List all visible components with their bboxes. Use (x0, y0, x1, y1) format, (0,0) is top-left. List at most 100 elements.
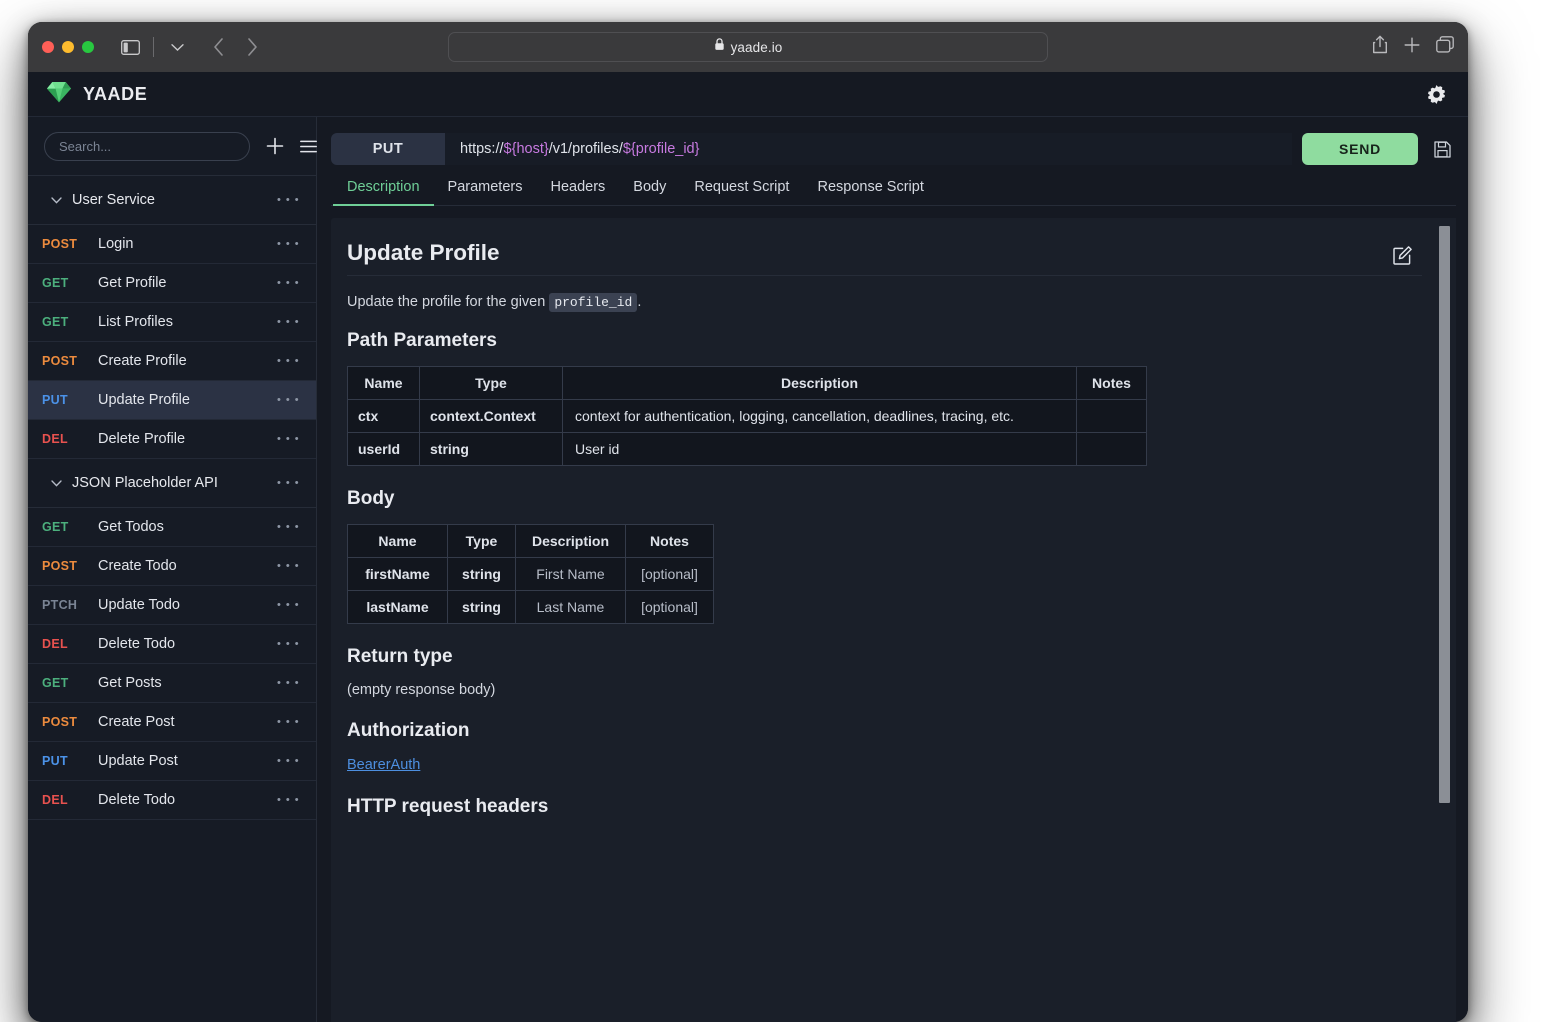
tab-request-script[interactable]: Request Script (680, 179, 803, 206)
send-button[interactable]: SEND (1302, 133, 1418, 165)
collection-header[interactable]: User Service • • • (28, 176, 316, 225)
request-name-label: Delete Todo (98, 636, 176, 652)
column-header: Name (347, 524, 448, 558)
request-method-label: DEL (42, 432, 68, 446)
address-bar-url: yaade.io (730, 39, 783, 55)
intro-text-after: . (637, 294, 642, 310)
request-options-button[interactable]: • • • (277, 756, 300, 767)
path-parameters-heading: Path Parameters (347, 330, 497, 351)
table-cell-type: string (447, 590, 516, 624)
collection-header[interactable]: JSON Placeholder API • • • (28, 459, 316, 508)
share-icon[interactable] (1372, 35, 1388, 59)
request-list-item[interactable]: POST Create Profile • • • (28, 342, 316, 381)
request-options-button[interactable]: • • • (277, 317, 300, 328)
table-cell-type: string (447, 557, 516, 591)
search-input[interactable] (44, 131, 250, 161)
authorization-link[interactable]: BearerAuth (347, 757, 420, 773)
request-name-label: Get Profile (98, 275, 167, 291)
request-options-button[interactable]: • • • (277, 239, 300, 250)
body-heading: Body (347, 488, 395, 509)
hamburger-menu-icon[interactable] (300, 140, 317, 153)
request-list-item[interactable]: DEL Delete Profile • • • (28, 420, 316, 459)
request-list-item[interactable]: POST Create Post • • • (28, 703, 316, 742)
request-options-button[interactable]: • • • (277, 639, 300, 650)
content-scrollbar-thumb[interactable] (1439, 226, 1450, 803)
request-list-item[interactable]: POST Create Todo • • • (28, 547, 316, 586)
request-list-item[interactable]: GET Get Posts • • • (28, 664, 316, 703)
sidebar-toggle-icon[interactable] (116, 34, 144, 60)
request-list-item[interactable]: PUT Update Post • • • (28, 742, 316, 781)
collection-name: User Service (72, 192, 155, 208)
table-cell-desc: context for authentication, logging, can… (562, 399, 1077, 433)
request-list-item[interactable]: GET List Profiles • • • (28, 303, 316, 342)
request-options-button[interactable]: • • • (277, 717, 300, 728)
content-scrollbar-track[interactable] (1439, 222, 1453, 1018)
add-request-button[interactable] (266, 137, 284, 155)
table-row: ctx context.Context context for authentica… (347, 399, 1147, 433)
path-parameters-table: Name Type Description Notes ctx context.Cont… (347, 366, 1147, 466)
tab-parameters[interactable]: Parameters (434, 179, 537, 206)
column-header: Description (515, 524, 626, 558)
minimize-window-button[interactable] (62, 41, 74, 53)
request-options-button[interactable]: • • • (277, 600, 300, 611)
tab-response-script[interactable]: Response Script (803, 179, 937, 206)
url-input[interactable]: https://${host}/v1/profiles/${profile_id… (445, 133, 1292, 165)
method-select[interactable]: PUT (331, 133, 445, 165)
gear-icon[interactable] (1427, 84, 1446, 104)
request-name-label: Update Post (98, 753, 178, 769)
address-bar[interactable]: yaade.io (448, 32, 1048, 62)
collection-options-button[interactable]: • • • (277, 478, 300, 489)
request-name-label: Create Profile (98, 353, 187, 369)
tabs-overview-icon[interactable] (1436, 36, 1454, 58)
tab-body[interactable]: Body (619, 179, 680, 206)
body-table: Name Type Description Notes firstName string… (347, 524, 714, 624)
request-method-label: DEL (42, 793, 68, 807)
floppy-disk-save-icon[interactable] (1428, 140, 1456, 158)
request-method-label: POST (42, 715, 78, 729)
collection-options-button[interactable]: • • • (277, 195, 300, 206)
request-options-button[interactable]: • • • (277, 434, 300, 445)
tab-headers[interactable]: Headers (536, 179, 619, 206)
plus-icon[interactable] (1404, 37, 1420, 58)
table-cell-desc: First Name (515, 557, 626, 591)
browser-window: yaade.io YAADE Search... User Service • … (28, 22, 1468, 1022)
description-intro: Update the profile for the given profile… (347, 293, 1422, 312)
request-list-item[interactable]: GET Get Profile • • • (28, 264, 316, 303)
request-name-label: Delete Todo (98, 792, 176, 808)
maximize-window-button[interactable] (82, 41, 94, 53)
request-options-button[interactable]: • • • (277, 795, 300, 806)
request-options-button[interactable]: • • • (277, 522, 300, 533)
request-method-label: PUT (42, 754, 68, 768)
table-row: lastName string Last Name [optional] (347, 590, 714, 624)
chevron-down-icon[interactable] (163, 34, 191, 60)
close-window-button[interactable] (42, 41, 54, 53)
tab-description[interactable]: Description (333, 179, 434, 206)
request-list-item[interactable]: PTCH Update Todo • • • (28, 586, 316, 625)
window-traffic-lights (42, 41, 94, 53)
request-method-label: PTCH (42, 598, 78, 612)
collection-name: JSON Placeholder API (72, 475, 218, 491)
chevron-down-icon[interactable] (48, 479, 64, 487)
toolbar-divider (153, 37, 154, 57)
column-header: Description (562, 366, 1077, 400)
back-arrow-icon[interactable] (205, 34, 231, 60)
table-cell-desc: Last Name (515, 590, 626, 624)
browser-toolbar: yaade.io (28, 22, 1468, 72)
request-list-item[interactable]: DEL Delete Todo • • • (28, 781, 316, 820)
request-options-button[interactable]: • • • (277, 356, 300, 367)
request-options-button[interactable]: • • • (277, 395, 300, 406)
request-options-button[interactable]: • • • (277, 278, 300, 289)
url-segment: https:// (460, 141, 504, 157)
request-list-item[interactable]: POST Login • • • (28, 225, 316, 264)
request-list-item[interactable]: PUT Update Profile • • • (28, 381, 316, 420)
edit-pencil-square-icon[interactable] (1393, 246, 1412, 265)
request-list-item[interactable]: DEL Delete Todo • • • (28, 625, 316, 664)
table-cell-name: userId (347, 432, 420, 466)
authorization-heading: Authorization (347, 720, 470, 741)
request-method-label: POST (42, 237, 78, 251)
chevron-down-icon[interactable] (48, 196, 64, 204)
request-list-item[interactable]: GET Get Todos • • • (28, 508, 316, 547)
forward-arrow-icon[interactable] (239, 34, 265, 60)
request-options-button[interactable]: • • • (277, 678, 300, 689)
request-options-button[interactable]: • • • (277, 561, 300, 572)
